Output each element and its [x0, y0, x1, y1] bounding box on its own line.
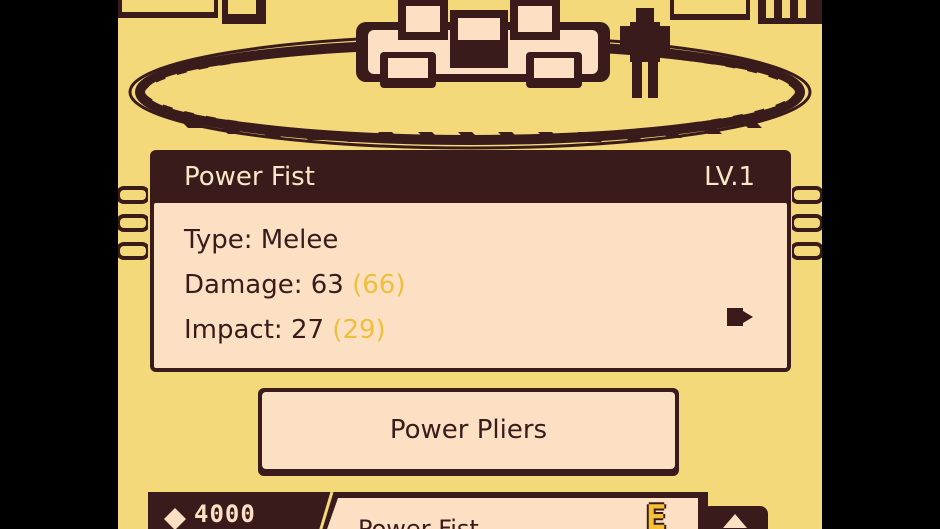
stat-impact-upgrade: (29) [332, 315, 386, 345]
weapon-stats: Type: Melee Damage: 63 (66) Impact: 27 (… [154, 203, 787, 368]
upgrade-button[interactable] [702, 506, 768, 529]
stat-type: Type: Melee [184, 225, 339, 255]
up-arrow-icon [723, 514, 747, 528]
stat-impact: Impact: 27 (29) [184, 315, 386, 345]
weapon-level: LV.1 [704, 162, 755, 192]
money-counter: 4000 [194, 500, 256, 528]
game-viewport: Power Fist LV.1 Type: Melee Damage: 63 (… [118, 0, 822, 529]
weapon-grade: E [646, 498, 667, 529]
stat-damage-upgrade: (66) [352, 270, 406, 300]
chain-left [118, 186, 148, 260]
weapon-info-header: Power Fist LV.1 [150, 150, 791, 206]
weapon-info-panel: Power Fist LV.1 Type: Melee Damage: 63 (… [150, 150, 791, 372]
stat-damage: Damage: 63 (66) [184, 270, 405, 300]
next-arrow-icon[interactable] [727, 308, 753, 326]
weapon-name: Power Fist [184, 162, 315, 192]
stat-impact-label: Impact: 27 [184, 315, 325, 345]
gem-icon [164, 508, 186, 529]
game-screen: Power Fist LV.1 Type: Melee Damage: 63 (… [0, 0, 940, 529]
equipped-weapon-label: Power Fist [358, 515, 479, 529]
stat-damage-label: Damage: 63 [184, 270, 344, 300]
weapon-select-button[interactable]: Power Pliers [258, 388, 679, 476]
chain-right [792, 186, 822, 260]
hangar-scene [118, 0, 822, 150]
weapon-select-label: Power Pliers [262, 392, 675, 469]
